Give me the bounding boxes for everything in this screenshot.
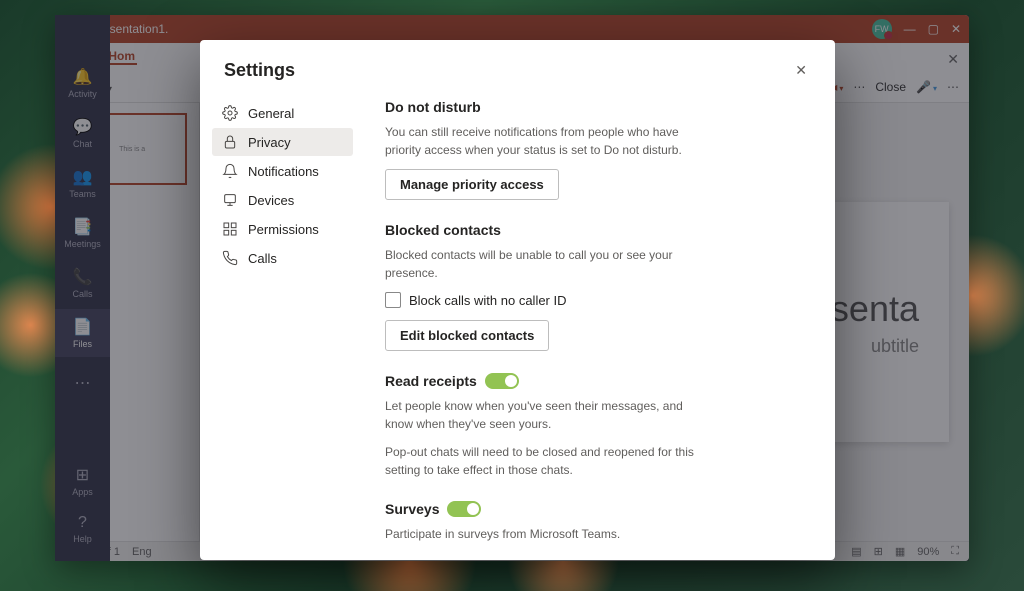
surveys-toggle[interactable] <box>447 501 481 517</box>
manage-priority-access-button[interactable]: Manage priority access <box>385 169 559 200</box>
settings-nav-calls[interactable]: Calls <box>212 244 353 272</box>
nav-label: Notifications <box>248 164 319 179</box>
settings-title: Settings <box>224 60 295 81</box>
nav-label: Permissions <box>248 222 319 237</box>
nav-label: Calls <box>248 251 277 266</box>
phone-icon <box>222 250 238 266</box>
read-receipts-title: Read receipts <box>385 373 477 389</box>
dnd-desc: You can still receive notifications from… <box>385 123 695 159</box>
settings-nav-notifications[interactable]: Notifications <box>212 157 353 185</box>
surveys-desc: Participate in surveys from Microsoft Te… <box>385 525 695 543</box>
read-receipts-desc2: Pop-out chats will need to be closed and… <box>385 443 695 479</box>
settings-dialog: Settings ✕ General Privacy Notifications De… <box>200 40 835 560</box>
settings-nav-privacy[interactable]: Privacy <box>212 128 353 156</box>
settings-content: Do not disturb You can still receive not… <box>365 91 835 560</box>
monitor-icon <box>222 192 238 208</box>
read-receipts-toggle[interactable] <box>485 373 519 389</box>
block-nocallerid-checkbox[interactable] <box>385 292 401 308</box>
read-receipts-desc1: Let people know when you've seen their m… <box>385 397 695 433</box>
edit-blocked-contacts-button[interactable]: Edit blocked contacts <box>385 320 549 351</box>
nav-label: Privacy <box>248 135 291 150</box>
lock-icon <box>222 134 238 150</box>
grid-icon <box>222 221 238 237</box>
close-icon[interactable]: ✕ <box>791 58 811 83</box>
settings-nav-permissions[interactable]: Permissions <box>212 215 353 243</box>
dnd-section: Do not disturb You can still receive not… <box>385 99 807 200</box>
nav-label: Devices <box>248 193 294 208</box>
nav-label: General <box>248 106 294 121</box>
settings-nav-general[interactable]: General <box>212 99 353 127</box>
blocked-title: Blocked contacts <box>385 222 807 238</box>
block-nocallerid-label: Block calls with no caller ID <box>409 293 567 308</box>
blocked-desc: Blocked contacts will be unable to call … <box>385 246 695 282</box>
surveys-section: Surveys Participate in surveys from Micr… <box>385 501 807 543</box>
read-receipts-section: Read receipts Let people know when you'v… <box>385 373 807 479</box>
bell-icon <box>222 163 238 179</box>
blocked-section: Blocked contacts Blocked contacts will b… <box>385 222 807 351</box>
dnd-title: Do not disturb <box>385 99 807 115</box>
gear-icon <box>222 105 238 121</box>
surveys-title: Surveys <box>385 501 439 517</box>
settings-nav: General Privacy Notifications Devices Permis… <box>200 91 365 560</box>
settings-nav-devices[interactable]: Devices <box>212 186 353 214</box>
